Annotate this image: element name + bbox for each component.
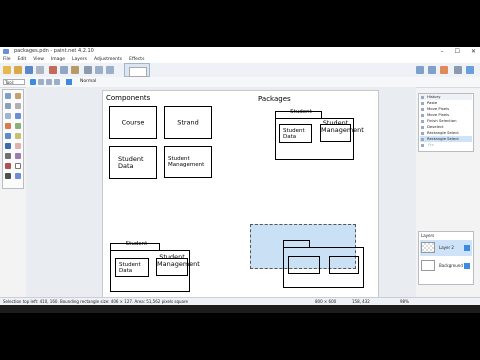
image-canvas[interactable]: Components Packages Course Strand Studen… bbox=[102, 90, 379, 301]
title-bar: packages.pdn - paint.net 4.2.10 – ☐ ✕ bbox=[0, 47, 480, 56]
window-title: packages.pdn - paint.net 4.2.10 bbox=[14, 48, 94, 54]
ellipse-select-icon[interactable] bbox=[5, 113, 11, 119]
selection-mode-intersect-icon[interactable] bbox=[54, 79, 60, 85]
colors-panel-icon[interactable] bbox=[440, 66, 448, 74]
window-controls: – ☐ ✕ bbox=[441, 47, 476, 56]
package-top-data-box: Student Data bbox=[279, 124, 312, 143]
lasso-select-icon[interactable] bbox=[5, 103, 11, 109]
copy-icon[interactable] bbox=[60, 66, 68, 74]
print-icon[interactable] bbox=[36, 66, 44, 74]
layers-title: Layers bbox=[421, 233, 435, 238]
package-bottom-data-label: Student Data bbox=[119, 261, 141, 274]
blend-mode-dropdown[interactable]: Normal bbox=[80, 79, 96, 85]
open-file-icon[interactable] bbox=[14, 66, 22, 74]
layers-panel: Layers Layer 2 Background bbox=[418, 231, 474, 285]
package-bottom-mgmt-label: Student Management bbox=[157, 253, 200, 268]
help-icon[interactable] bbox=[466, 66, 474, 74]
package-bottom-data-box: Student Data bbox=[115, 258, 149, 277]
selection-mode-replace-icon[interactable] bbox=[30, 79, 36, 85]
crop-icon[interactable] bbox=[84, 66, 92, 74]
redo-icon[interactable] bbox=[106, 66, 114, 74]
student-management-box: Student Management bbox=[164, 146, 212, 178]
package-top-tab-label: Student bbox=[290, 109, 312, 115]
package-top-data-label: Student Data bbox=[283, 127, 305, 140]
recolor-icon[interactable] bbox=[5, 163, 11, 169]
menu-layers[interactable]: Layers bbox=[72, 56, 87, 63]
rectangle-select-icon[interactable] bbox=[5, 93, 11, 99]
layer-visible-checkbox[interactable] bbox=[464, 263, 470, 269]
layer-row-selected[interactable]: Layer 2 bbox=[420, 240, 472, 256]
moved-package-data-box bbox=[288, 256, 320, 274]
antialias-icon[interactable] bbox=[66, 79, 72, 85]
course-box: Course bbox=[109, 106, 157, 139]
menu-effects[interactable]: Effects bbox=[129, 56, 144, 63]
history-item-undone[interactable]: Pix bbox=[420, 142, 472, 148]
history-panel: History Paste Move Pixels Move Pixels Fi… bbox=[418, 93, 474, 152]
clone-stamp-icon[interactable] bbox=[15, 153, 21, 159]
line-curve-icon[interactable] bbox=[5, 173, 11, 179]
eraser-icon[interactable] bbox=[15, 143, 21, 149]
magic-wand-icon[interactable] bbox=[5, 123, 11, 129]
selection-mode-union-icon[interactable] bbox=[38, 79, 44, 85]
minimize-icon[interactable]: – bbox=[441, 47, 444, 56]
cut-icon[interactable] bbox=[49, 66, 57, 74]
layer-name: Layer 2 bbox=[439, 245, 454, 250]
package-bottom-mgmt-box: Student Management bbox=[156, 254, 200, 276]
close-icon[interactable]: ✕ bbox=[471, 47, 476, 56]
strand-box: Strand bbox=[164, 106, 212, 139]
layer-thumbnail bbox=[421, 242, 435, 253]
paint-bucket-icon[interactable] bbox=[5, 133, 11, 139]
paint-net-window: packages.pdn - paint.net 4.2.10 – ☐ ✕ Fi… bbox=[0, 47, 480, 313]
menu-image[interactable]: Image bbox=[51, 56, 65, 63]
layers-panel-icon[interactable] bbox=[428, 66, 436, 74]
taskbar bbox=[0, 305, 480, 313]
settings-icon[interactable] bbox=[454, 66, 462, 74]
layer-name: Background bbox=[439, 263, 463, 268]
package-bottom-tab-label: Student bbox=[125, 241, 148, 247]
layer-row[interactable]: Background bbox=[420, 258, 472, 274]
app-icon bbox=[3, 49, 9, 54]
pan-icon[interactable] bbox=[15, 123, 21, 129]
move-selection-icon[interactable] bbox=[15, 103, 21, 109]
zoom-icon[interactable] bbox=[15, 113, 21, 119]
tool-selector-label: Tool: bbox=[5, 80, 17, 85]
new-file-icon[interactable] bbox=[3, 66, 11, 74]
layer-thumbnail bbox=[421, 260, 435, 271]
strand-label: Strand bbox=[177, 118, 199, 126]
layer-visible-checkbox[interactable] bbox=[464, 245, 470, 251]
open-document-thumbnail[interactable] bbox=[124, 63, 150, 77]
undo-icon[interactable] bbox=[95, 66, 103, 74]
menu-file[interactable]: File bbox=[3, 56, 11, 63]
save-icon[interactable] bbox=[25, 66, 33, 74]
pencil-icon[interactable] bbox=[5, 153, 11, 159]
heading-components: Components bbox=[106, 94, 151, 102]
paste-icon[interactable] bbox=[71, 66, 79, 74]
tool-selector[interactable]: Tool: bbox=[3, 79, 25, 85]
menu-edit[interactable]: Edit bbox=[18, 56, 27, 63]
menu-view[interactable]: View bbox=[33, 56, 44, 63]
heading-packages: Packages bbox=[258, 95, 291, 103]
student-data-box: Student Data bbox=[109, 146, 157, 179]
student-data-label: Student Data bbox=[118, 154, 144, 170]
move-selected-icon[interactable] bbox=[15, 93, 21, 99]
main-toolbar bbox=[0, 63, 480, 78]
tools-panel bbox=[2, 89, 24, 189]
paintbrush-icon[interactable] bbox=[5, 143, 11, 149]
student-management-label: Student Management bbox=[168, 156, 205, 168]
package-top-mgmt-box: Student Management bbox=[320, 120, 364, 142]
moved-package-mgmt-box bbox=[329, 256, 359, 274]
package-bottom-body: Student Data Student Management bbox=[110, 250, 200, 292]
package-top-mgmt-label: Student Management bbox=[321, 119, 364, 134]
package-top-body: Student Data Student Management bbox=[275, 118, 364, 160]
text-tool-icon[interactable] bbox=[15, 163, 21, 169]
history-panel-icon[interactable] bbox=[416, 66, 424, 74]
menu-bar: File Edit View Image Layers Adjustments … bbox=[0, 56, 480, 63]
moved-package-body bbox=[283, 247, 364, 288]
course-label: Course bbox=[121, 118, 145, 126]
gradient-icon[interactable] bbox=[15, 133, 21, 139]
menu-adjustments[interactable]: Adjustments bbox=[94, 56, 122, 63]
maximize-icon[interactable]: ☐ bbox=[455, 47, 460, 56]
shapes-icon[interactable] bbox=[15, 173, 21, 179]
selection-mode-exclude-icon[interactable] bbox=[46, 79, 52, 85]
